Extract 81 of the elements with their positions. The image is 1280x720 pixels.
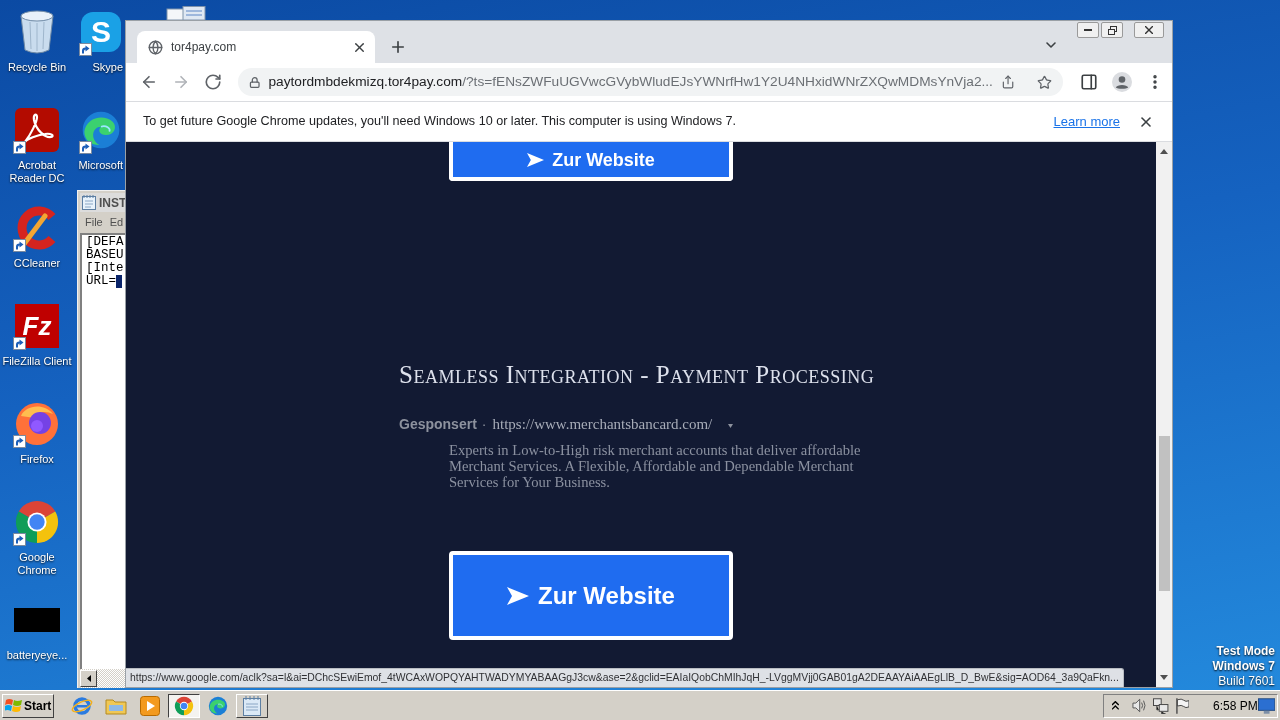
scroll-down-icon[interactable] — [1160, 675, 1168, 680]
desktop-icon-label[interactable]: FileZilla Client — [2, 355, 72, 368]
minimize-button[interactable] — [1077, 22, 1099, 38]
desktop-icon-label[interactable]: Microsoft — [78, 159, 123, 172]
window-title: INST — [99, 196, 127, 209]
notepad-icon — [243, 695, 261, 716]
restore-button[interactable] — [1101, 22, 1123, 38]
speaker-icon[interactable] — [1131, 698, 1148, 713]
file-icon[interactable] — [163, 6, 209, 20]
show-desktop-icon[interactable] — [1257, 697, 1275, 714]
firefox-logo-icon[interactable] — [15, 402, 59, 446]
flag-icon[interactable] — [1174, 697, 1189, 714]
text-line: URL= — [86, 275, 116, 288]
text-area[interactable]: [DEFA BASEU [Inte URL= — [80, 233, 125, 669]
ad-url[interactable]: https://www.merchantsbancard.com/ — [492, 412, 713, 436]
send-arrow-icon — [507, 586, 530, 605]
text-line: BASEU — [86, 249, 124, 262]
restore-icon — [1107, 25, 1117, 35]
ad-description: Experts in Low-to-High risk merchant accounts that deliver affordable Merchant Services. A Flexible, Affordable and Dependable Merchant Services for Your Business. — [449, 442, 862, 490]
desktop-icon-label[interactable]: batteryeye... — [6, 649, 68, 662]
close-button[interactable] — [1134, 22, 1164, 38]
edge-logo-icon[interactable] — [81, 110, 121, 150]
plus-icon — [389, 38, 407, 56]
desktop-icon-label[interactable]: Firefox — [20, 453, 54, 466]
desktop-icon-label[interactable]: Recycle Bin — [7, 61, 67, 74]
bookmark-star-icon[interactable] — [1037, 73, 1052, 91]
text-line: [DEFA — [86, 236, 124, 249]
desktop-icon-label[interactable]: Acrobat Reader DC — [1, 159, 73, 185]
minimize-icon — [1084, 29, 1092, 31]
share-icon[interactable] — [1000, 74, 1016, 90]
status-url: https://www.google.com/aclk?sa=l&ai=DChcSEwiEmof_4tWCAxWOPQYAHTWADYMYABAAGgJ3cw&ase=2&gclid=EAIaIQobChMIhJqH_-LVggMVjj0GAB01gA2DEAAYAiAAEgLlB_D_BwE&sig=AOD64_3a9QaFkn... — [130, 672, 1119, 684]
send-arrow-icon — [527, 152, 545, 167]
internet-explorer-icon — [71, 695, 93, 716]
learn-more-link[interactable]: Learn more — [1053, 111, 1120, 132]
side-panel-icon[interactable] — [1080, 73, 1098, 91]
reload-icon — [204, 73, 222, 91]
edge-logo-icon — [208, 695, 228, 716]
horizontal-scrollbar[interactable] — [80, 669, 125, 688]
desktop-icon-label[interactable]: Google Chrome — [1, 551, 73, 577]
text-line: [Inte — [86, 262, 124, 275]
folder-icon — [105, 696, 127, 715]
browser-tab[interactable]: tor4pay.com — [137, 31, 375, 63]
close-icon — [1145, 26, 1153, 34]
test-mode-text: Build 7601 — [1218, 674, 1275, 689]
test-mode-text: Test Mode — [1216, 644, 1275, 659]
network-icon[interactable] — [1153, 697, 1169, 714]
profile-avatar-icon[interactable] — [1112, 72, 1132, 92]
url-text[interactable]: paytordmbdekmizq.tor4pay.com/?ts=fENsZWFuUGVwcGVybWludEJsYWNrfHw1Y2U4NHxidWNrZXQwMDMsYnVja2... — [268, 75, 993, 89]
start-button[interactable]: Start — [2, 693, 54, 718]
windows-flag-icon — [5, 698, 22, 713]
forward-arrow-icon — [172, 73, 190, 91]
globe-icon — [148, 39, 163, 55]
notepad-icon — [82, 195, 96, 210]
address-bar[interactable]: paytordmbdekmizq.tor4pay.com/?ts=fENsZWFuUGVwcGVybWludEJsYWNrfHw1Y2U4NHxidWNrZXQwMDMsYnVja2... — [238, 68, 1063, 96]
infobar-message: To get future Google Chrome updates, you'll need Windows 10 or later. This computer is using Windows 7. — [143, 113, 736, 131]
lock-icon[interactable] — [249, 75, 261, 89]
vertical-scrollbar[interactable] — [1156, 142, 1172, 687]
sponsored-label: Gesponsert — [399, 414, 477, 434]
separator-dot: · — [481, 414, 487, 434]
recycle-bin-icon[interactable] — [19, 9, 55, 55]
taskbar-button[interactable] — [168, 693, 200, 718]
menu-item[interactable]: Ed — [109, 217, 124, 228]
acrobat-logo-icon[interactable] — [15, 108, 59, 152]
chrome-logo-icon[interactable] — [14, 499, 60, 545]
blank-tile-icon[interactable] — [14, 608, 60, 632]
visit-website-button[interactable]: Zur Website — [449, 551, 733, 640]
test-mode-text: Windows 7 — [1212, 659, 1275, 674]
filezilla-logo[interactable]: Fz — [15, 304, 59, 348]
scroll-up-icon[interactable] — [1160, 149, 1168, 154]
desktop-icon-label[interactable]: CCleaner — [13, 257, 61, 270]
ad-title[interactable]: Seamless Integration - Payment Processing — [399, 362, 875, 388]
media-player-icon — [140, 695, 160, 716]
chrome-logo-icon — [174, 695, 194, 716]
caret-icon[interactable] — [728, 423, 734, 428]
chevron-up-icon[interactable] — [1112, 701, 1119, 710]
clock-time[interactable]: 6:58 PM — [1213, 696, 1258, 715]
menu-item[interactable]: File — [85, 217, 103, 228]
scroll-left-icon[interactable] — [86, 675, 91, 682]
desktop-icon-label[interactable]: Skype — [92, 61, 123, 74]
visit-website-button[interactable]: Zur Website — [449, 142, 733, 181]
scrollbar-thumb[interactable] — [1158, 436, 1170, 591]
